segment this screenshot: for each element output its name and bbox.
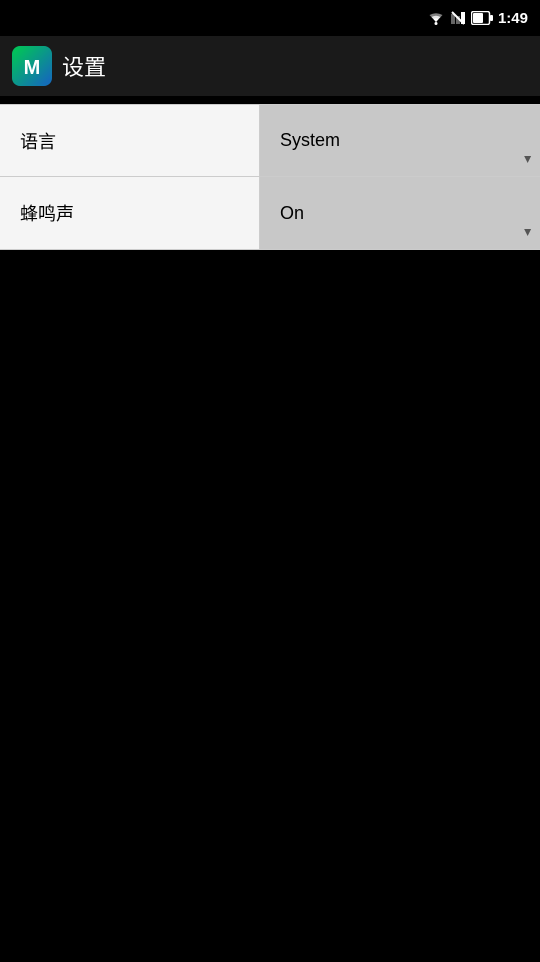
status-icons: 1:49 [427, 10, 528, 27]
settings-label-beep: 蜂鸣声 [0, 177, 260, 249]
app-title: 设置 [62, 50, 106, 82]
content-area [0, 250, 540, 962]
settings-label-language: 语言 [0, 105, 260, 176]
status-time: 1:49 [498, 10, 528, 27]
settings-value-beep[interactable]: On [260, 177, 540, 249]
app-bar: M 设置 [0, 36, 540, 96]
settings-row-beep[interactable]: 蜂鸣声 On [0, 177, 540, 249]
status-bar: 1:49 [0, 0, 540, 36]
settings-value-language[interactable]: System [260, 105, 540, 176]
settings-row-language[interactable]: 语言 System [0, 105, 540, 177]
settings-list: 语言 System 蜂鸣声 On [0, 104, 540, 250]
wifi-icon [427, 11, 445, 25]
signal-icon [450, 10, 466, 26]
app-logo-svg: M [14, 48, 50, 84]
battery-icon [471, 11, 493, 25]
svg-text:M: M [24, 57, 41, 79]
app-logo: M [12, 46, 52, 86]
